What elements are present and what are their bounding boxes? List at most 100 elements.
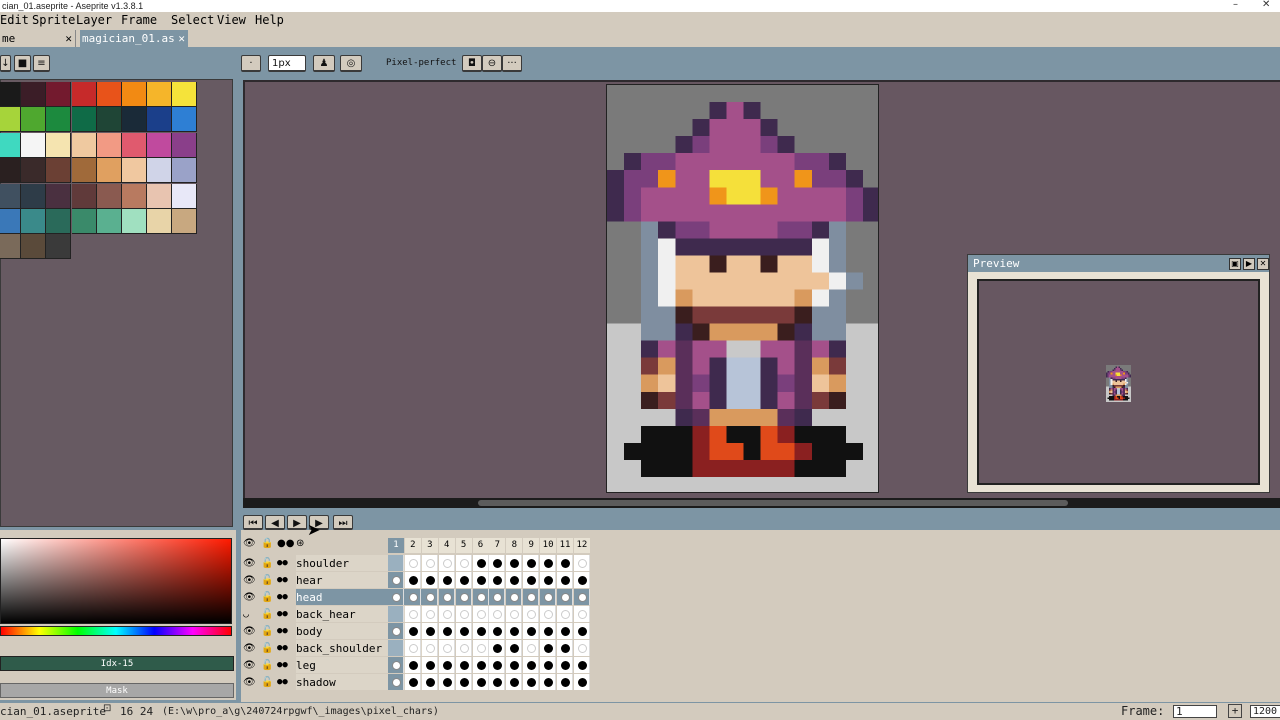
timeline-cel[interactable] (557, 640, 573, 656)
timeline-cel[interactable] (421, 640, 438, 656)
palette-swatch[interactable] (96, 107, 122, 133)
timeline-cel[interactable] (472, 555, 489, 571)
timeline-cel[interactable] (506, 589, 523, 605)
timeline-cel[interactable] (472, 623, 489, 639)
symmetry-icon[interactable]: ◘ (462, 55, 482, 72)
timeline-cel[interactable] (455, 674, 472, 690)
frame-header[interactable]: 8 (506, 538, 523, 553)
timeline-cel[interactable] (438, 606, 455, 622)
timeline-cel[interactable] (472, 657, 489, 673)
timeline-cel[interactable] (573, 572, 590, 588)
timeline-cel[interactable] (438, 623, 455, 639)
timeline-cel[interactable] (438, 674, 455, 690)
preview-play-icon[interactable]: ▶ (1243, 258, 1255, 270)
timeline-cel[interactable] (421, 589, 438, 605)
tab-magician-close-icon[interactable]: ✕ (178, 30, 185, 47)
timeline-cel[interactable] (557, 623, 573, 639)
timeline-cel[interactable] (573, 657, 590, 673)
last-frame-icon[interactable]: ⏭ (333, 515, 353, 530)
timeline-cel[interactable] (540, 640, 557, 656)
symmetry-options-icon[interactable]: ⊖ (482, 55, 502, 72)
timeline-cel[interactable] (506, 657, 523, 673)
palette-swatch[interactable] (46, 82, 72, 107)
layer-visibility-icon[interactable]: 👁 (243, 674, 256, 691)
timeline-cel[interactable] (404, 589, 421, 605)
frame-header[interactable]: 4 (438, 538, 455, 553)
menu-select[interactable]: Select (171, 12, 214, 29)
layer-visibility-icon[interactable]: ◡ (243, 606, 249, 623)
opacity-icon[interactable]: ◎ (340, 55, 362, 72)
timeline-cel[interactable] (489, 555, 506, 571)
layer-lock-icon[interactable]: 🔓 (261, 640, 273, 657)
timeline-cel[interactable] (455, 606, 472, 622)
play-icon[interactable]: ▶ (287, 515, 307, 530)
palette-swatch[interactable] (46, 209, 72, 234)
timeline-cel[interactable] (421, 674, 438, 690)
palette-swatch[interactable] (96, 82, 122, 107)
palette-swatch[interactable] (0, 132, 21, 158)
timeline-cel[interactable] (540, 623, 557, 639)
previous-frame-icon[interactable]: ◀ (265, 515, 285, 530)
layer-continuous-icon[interactable]: ●● (277, 640, 288, 657)
timeline-cel[interactable] (557, 572, 573, 588)
timeline-cel[interactable] (506, 572, 523, 588)
mask-bar[interactable]: Mask (0, 683, 234, 698)
layer-continuous-icon[interactable]: ●● (277, 657, 288, 674)
palette-swatch[interactable] (0, 183, 21, 209)
frame-header[interactable]: 3 (421, 538, 438, 553)
palette-swatch[interactable] (21, 158, 47, 184)
timeline-cel[interactable] (573, 623, 590, 639)
layer-continuous-icon[interactable]: ●● (277, 589, 288, 606)
timeline-cel[interactable] (506, 623, 523, 639)
timeline-cel[interactable] (472, 606, 489, 622)
timeline-cel[interactable] (506, 606, 523, 622)
palette-swatch[interactable] (122, 132, 147, 158)
frame-header[interactable]: 9 (523, 538, 540, 553)
timeline-cel[interactable] (523, 555, 540, 571)
palette-swatch[interactable] (46, 234, 72, 260)
timeline-cel[interactable] (573, 555, 590, 571)
timeline-cel[interactable] (388, 640, 404, 656)
palette-swatch[interactable] (147, 158, 173, 184)
frame-header[interactable]: 11 (557, 538, 573, 553)
palette-swatch[interactable] (0, 234, 21, 260)
timeline-cel[interactable] (540, 657, 557, 673)
timeline-cel[interactable] (404, 555, 421, 571)
more-options-icon[interactable]: ··· (502, 55, 522, 72)
menu-layer[interactable]: Layer (76, 12, 112, 29)
palette-swatch[interactable] (21, 82, 47, 107)
frame-header[interactable]: 2 (404, 538, 421, 553)
timeline-cel[interactable] (489, 623, 506, 639)
palette-swatch[interactable] (21, 132, 47, 158)
layer-lock-icon[interactable]: 🔓 (261, 657, 273, 674)
preview-viewport[interactable] (977, 279, 1260, 485)
timeline-cel[interactable] (472, 640, 489, 656)
color-index-bar[interactable]: Idx-15 (0, 656, 234, 671)
timeline-cel[interactable] (523, 623, 540, 639)
palette-swatch[interactable] (147, 132, 173, 158)
tab-magician[interactable]: magician_01.as ✕ (80, 30, 188, 47)
menu-frame[interactable]: Frame (121, 12, 157, 29)
minimize-button[interactable]: – (1233, 0, 1238, 10)
timeline-cel[interactable] (404, 623, 421, 639)
palette-swatch[interactable] (172, 132, 198, 158)
timeline-cel[interactable] (506, 555, 523, 571)
timeline-cel[interactable] (472, 674, 489, 690)
timeline-cel[interactable] (523, 674, 540, 690)
palette-swatch[interactable] (172, 158, 198, 184)
layer-lock-icon[interactable]: 🔓 (261, 674, 273, 691)
hue-slider[interactable] (0, 626, 232, 636)
palette-swatch[interactable] (71, 209, 97, 234)
timeline-cel[interactable] (455, 572, 472, 588)
timeline-cel[interactable] (557, 589, 573, 605)
timeline-cel[interactable] (573, 606, 590, 622)
layer-lock-icon[interactable]: 🔓 (261, 572, 273, 589)
timeline-cel[interactable] (421, 572, 438, 588)
layer-continuous-icon[interactable]: ●● (277, 623, 288, 640)
palette-swatch[interactable] (71, 82, 97, 107)
frame-header[interactable]: 7 (489, 538, 506, 553)
timeline-cel[interactable] (523, 572, 540, 588)
timeline-cel[interactable] (489, 674, 506, 690)
palette-swatch[interactable] (172, 107, 198, 133)
sprite-canvas[interactable] (606, 84, 879, 493)
